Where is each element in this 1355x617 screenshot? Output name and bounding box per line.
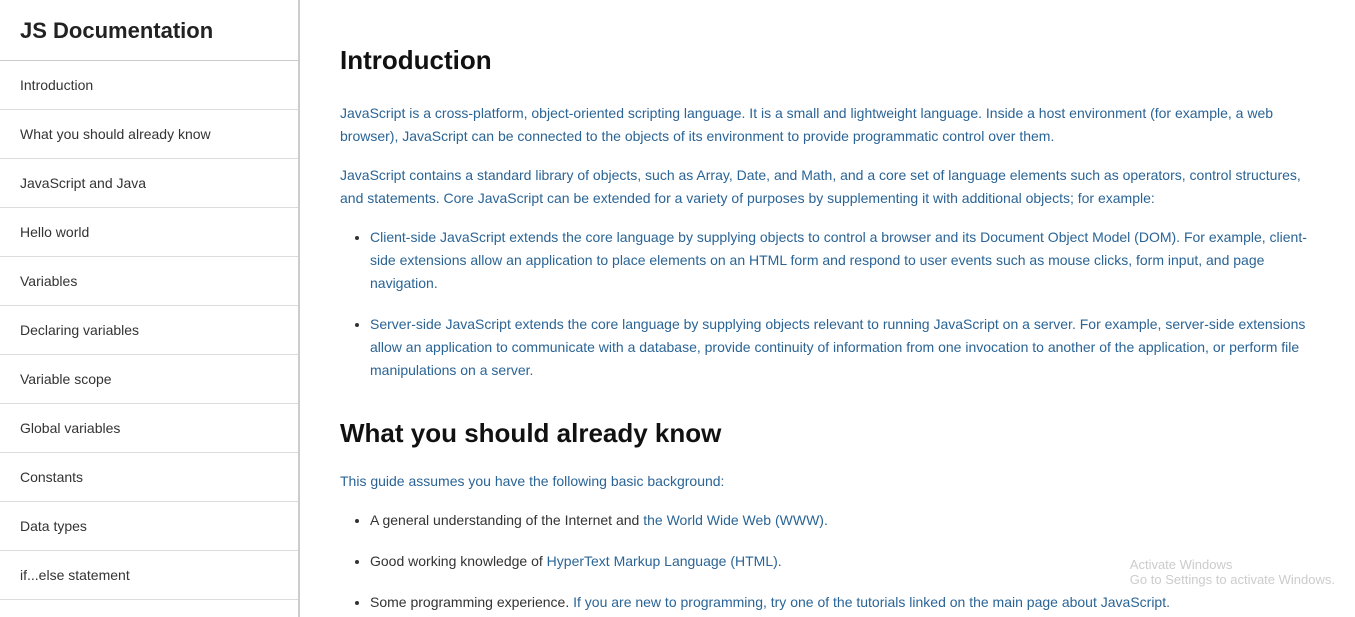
nav-item-while-statement[interactable]: while statement bbox=[0, 600, 298, 617]
section1-para1-link-text: JavaScript is a cross-platform, object-o… bbox=[340, 105, 1273, 144]
section2-title: What you should already know bbox=[340, 413, 1315, 455]
section1-bullet2: Server-side JavaScript extends the core … bbox=[370, 313, 1315, 382]
nav-list: IntroductionWhat you should already know… bbox=[0, 61, 298, 617]
sidebar: JS Documentation IntroductionWhat you sh… bbox=[0, 0, 300, 617]
section1-para1: JavaScript is a cross-platform, object-o… bbox=[340, 102, 1315, 148]
nav-item-global-variables[interactable]: Global variables bbox=[0, 404, 298, 453]
nav-item-introduction[interactable]: Introduction bbox=[0, 61, 298, 110]
nav-item-constants[interactable]: Constants bbox=[0, 453, 298, 502]
nav-item-variables[interactable]: Variables bbox=[0, 257, 298, 306]
section1-bullets: Client-side JavaScript extends the core … bbox=[370, 226, 1315, 383]
nav-item-hello-world[interactable]: Hello world bbox=[0, 208, 298, 257]
section2-bullet3: Some programming experience. If you are … bbox=[370, 591, 1315, 614]
nav-item-data-types[interactable]: Data types bbox=[0, 502, 298, 551]
section2-bullets: A general understanding of the Internet … bbox=[370, 509, 1315, 614]
nav-item-declaring-variables[interactable]: Declaring variables bbox=[0, 306, 298, 355]
section1-para2-link-text: JavaScript contains a standard library o… bbox=[340, 167, 1301, 206]
section2-bullet2: Good working knowledge of HyperText Mark… bbox=[370, 550, 1315, 573]
nav-item-variable-scope[interactable]: Variable scope bbox=[0, 355, 298, 404]
section2-intro: This guide assumes you have the followin… bbox=[340, 470, 1315, 493]
section1-bullet1: Client-side JavaScript extends the core … bbox=[370, 226, 1315, 295]
section1-para2: JavaScript contains a standard library o… bbox=[340, 164, 1315, 210]
nav-item-if...else-statement[interactable]: if...else statement bbox=[0, 551, 298, 600]
section1-title: Introduction bbox=[340, 40, 1315, 82]
nav-item-javascript-and-java[interactable]: JavaScript and Java bbox=[0, 159, 298, 208]
main-content: Introduction JavaScript is a cross-platf… bbox=[300, 0, 1355, 617]
sidebar-title: JS Documentation bbox=[0, 0, 298, 61]
section2-bullet1: A general understanding of the Internet … bbox=[370, 509, 1315, 532]
nav-item-what-you-should-already-know[interactable]: What you should already know bbox=[0, 110, 298, 159]
